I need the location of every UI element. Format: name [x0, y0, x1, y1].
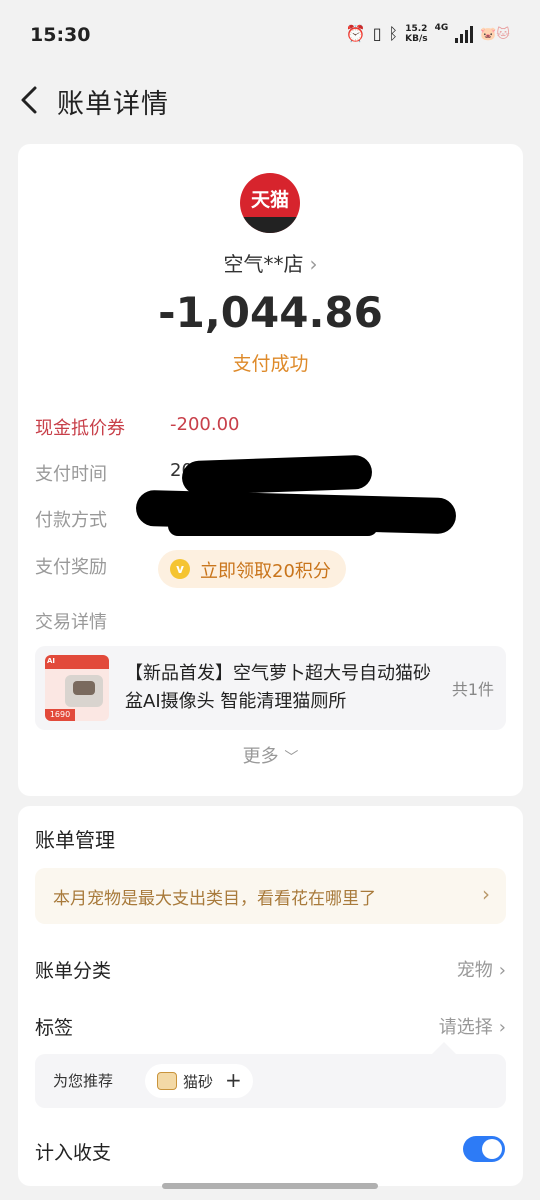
category-selector[interactable]: 宠物 ›: [457, 956, 506, 982]
product-count: 共1件: [451, 680, 494, 699]
product-thumbnail: AI 1690: [45, 655, 109, 721]
include-toggle[interactable]: [463, 1136, 505, 1162]
status-bar: 15:30 ⏰ ▯ ᛒ 15.2 KB/s 4G 🐷🐱: [0, 0, 540, 70]
redaction-mark: [168, 516, 378, 536]
signal-icon: [455, 25, 474, 43]
insight-text: 本月宠物是最大支出类目，看看花在哪里了: [53, 889, 376, 909]
pay-time-label: 支付时间: [35, 464, 107, 485]
recommend-label: 为您推荐: [53, 1072, 114, 1090]
include-label: 计入收支: [35, 1142, 112, 1164]
plus-icon: +: [225, 1068, 242, 1092]
nav-bar: 账单详情: [0, 70, 540, 130]
transaction-card: 天猫 空气**店 › -1,044.86 支付成功 现金抵价券 -200.00 支…: [18, 144, 523, 796]
reward-label: 支付奖励: [35, 557, 107, 578]
coupon-label: 现金抵价券: [35, 418, 125, 439]
tag-value: 请选择: [438, 1017, 493, 1038]
page-title: 账单详情: [57, 89, 169, 120]
redaction-mark: [181, 454, 373, 496]
home-indicator[interactable]: [162, 1183, 378, 1189]
chevron-right-icon: ›: [498, 1017, 506, 1038]
recommend-chip[interactable]: 猫砂 +: [145, 1064, 253, 1098]
bluetooth-icon: ᛒ: [388, 24, 399, 43]
popover-notch: [432, 1042, 456, 1054]
chevron-right-icon: ›: [309, 252, 318, 276]
coin-icon: v: [170, 559, 190, 579]
tag-label: 标签: [35, 1017, 74, 1039]
amount: -1,044.86: [158, 288, 383, 337]
chevron-down-icon: ﹀: [284, 750, 299, 766]
status-time: 15:30: [30, 24, 91, 46]
net-speed: 15.2 KB/s: [405, 24, 428, 44]
more-label: 更多: [242, 746, 279, 767]
claim-reward-label: 立即领取20积分: [200, 561, 331, 582]
toggle-knob: [482, 1139, 502, 1159]
category-label: 账单分类: [35, 960, 112, 982]
cat-litter-icon: [157, 1072, 177, 1090]
coupon-value: -200.00: [170, 414, 240, 435]
pet-emoji-icon: 🐷🐱: [480, 26, 510, 42]
merchant-link[interactable]: 空气**店 ›: [18, 248, 523, 277]
logo-cat-face: [240, 217, 300, 233]
alarm-icon: ⏰: [345, 24, 366, 43]
trade-detail-label: 交易详情: [35, 612, 107, 633]
chevron-right-icon: ›: [498, 960, 506, 981]
network-type: 4G: [434, 23, 449, 33]
recommend-chip-label: 猫砂: [183, 1073, 214, 1091]
tag-recommendation: 为您推荐 猫砂 +: [35, 1054, 506, 1108]
category-value: 宠物: [456, 960, 493, 981]
merchant-logo-text: 天猫: [250, 189, 289, 211]
payment-status: 支付成功: [232, 353, 309, 375]
claim-reward-button[interactable]: v 立即领取20积分: [158, 550, 346, 588]
tag-selector[interactable]: 请选择 ›: [439, 1013, 506, 1039]
chevron-right-icon: ›: [482, 882, 490, 906]
more-button[interactable]: 更多 ﹀: [18, 742, 523, 768]
spending-insight-banner[interactable]: 本月宠物是最大支出类目，看看花在哪里了 ›: [35, 868, 506, 924]
product-item[interactable]: AI 1690 【新品首发】空气萝卜超大号自动猫砂盆AI摄像头 智能清理猫厕所 …: [35, 646, 506, 730]
bill-management-card: 账单管理 本月宠物是最大支出类目，看看花在哪里了 › 账单分类 宠物 › 标签 请…: [18, 806, 523, 1186]
section-title: 账单管理: [35, 828, 115, 852]
status-icons: ⏰ ▯ ᛒ 15.2 KB/s 4G 🐷🐱: [345, 23, 510, 44]
chevron-left-icon[interactable]: [16, 82, 46, 118]
product-title: 【新品首发】空气萝卜超大号自动猫砂盆AI摄像头 智能清理猫厕所: [125, 663, 431, 712]
pay-method-label: 付款方式: [35, 510, 107, 531]
merchant-name: 空气**店: [223, 252, 304, 276]
vibrate-icon: ▯: [372, 24, 382, 43]
merchant-logo: 天猫: [240, 173, 300, 233]
